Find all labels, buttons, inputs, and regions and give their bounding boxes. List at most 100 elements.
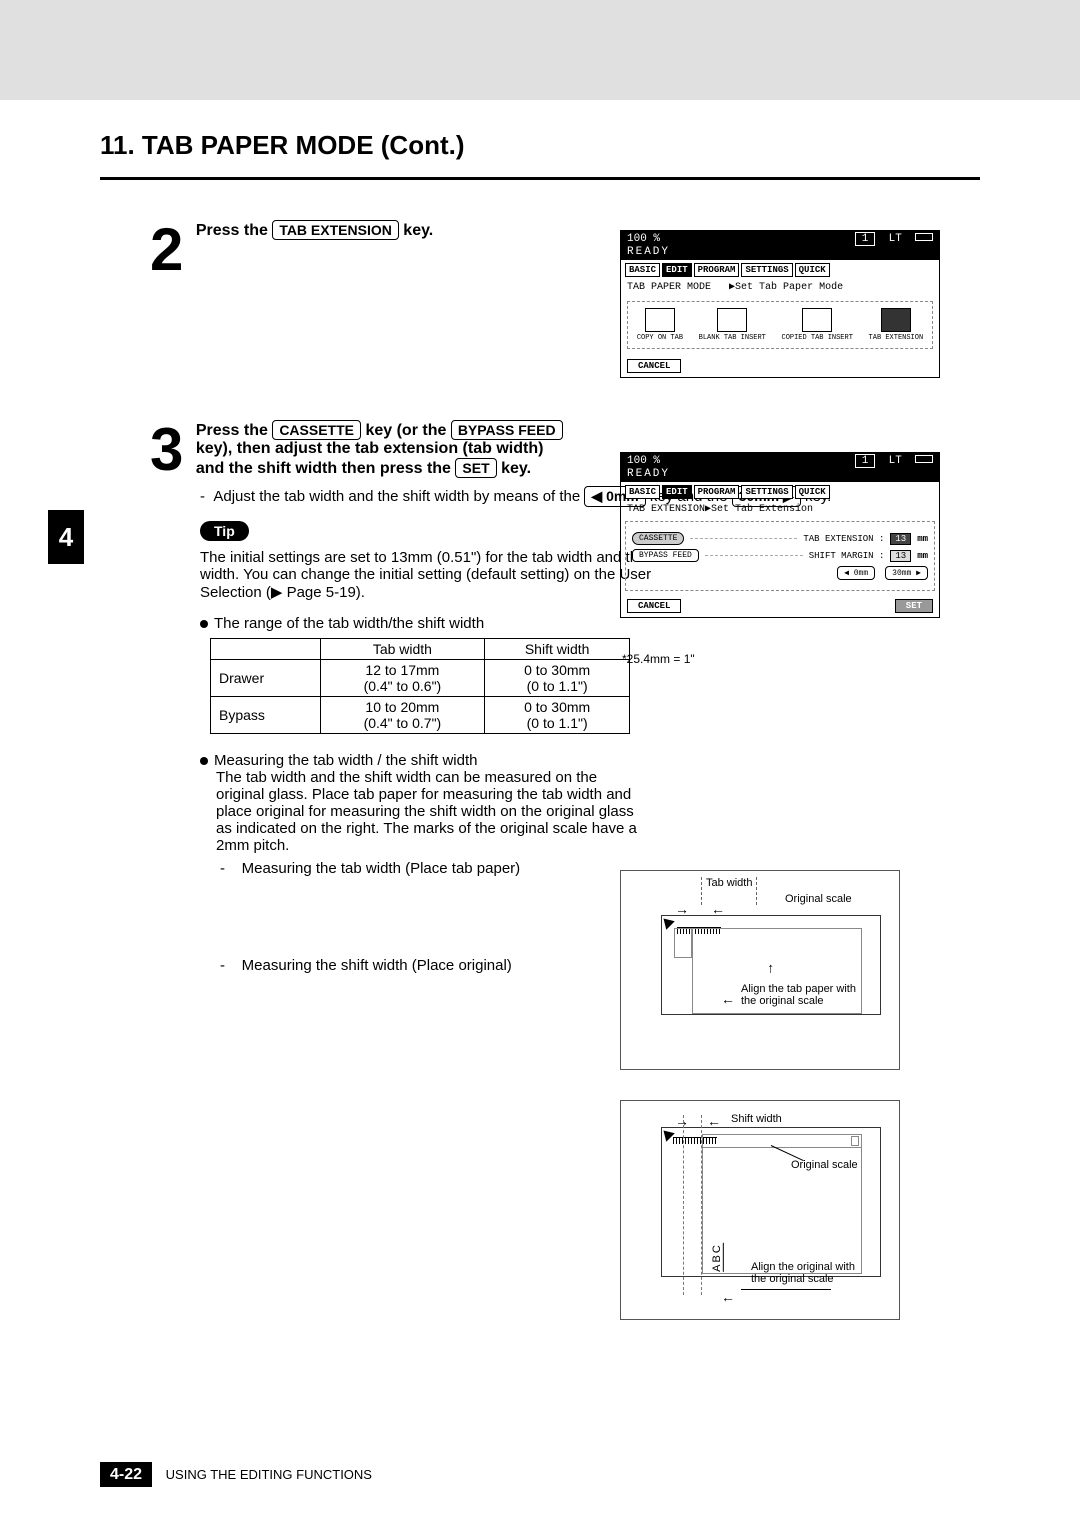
panel2-crumb: TAB EXTENSION▶Set Tab Extension <box>621 501 939 517</box>
measure-body: The tab width and the shift width can be… <box>216 769 640 854</box>
panel1-media: LT <box>889 233 902 245</box>
tray-icon <box>915 233 933 241</box>
td-bypass-tab: 10 to 20mm(0.4" to 0.7") <box>320 697 485 734</box>
panel2-cancel[interactable]: CANCEL <box>627 599 681 613</box>
panel2-ready: READY <box>621 468 939 482</box>
cassette-pill[interactable]: CASSETTE <box>632 532 684 545</box>
bullet-icon-2 <box>200 757 208 765</box>
tab-extension-key: TAB EXTENSION <box>272 220 399 240</box>
btn-30mm[interactable]: 30mm ▶ <box>885 566 928 580</box>
p1-crumb-l: TAB PAPER MODE <box>627 282 711 293</box>
panel2-media: LT <box>889 455 902 467</box>
tip-badge: Tip <box>200 521 249 541</box>
d2-arrow-left-align-icon: ← <box>721 1289 735 1305</box>
td-drawer-shift: 0 to 30mm(0 to 1.1") <box>485 660 630 697</box>
tab-settings[interactable]: SETTINGS <box>741 263 792 277</box>
bypass-feed-key: BYPASS FEED <box>451 420 563 440</box>
p2-crumb-r: ▶Set Tab Extension <box>705 504 813 515</box>
step-3-text: Press the CASSETTE key (or the BYPASS FE… <box>196 420 566 478</box>
lcd-panel-2: 100 % 1 LT READY BASIC EDIT PROGRAM SETT… <box>620 452 940 618</box>
panel2-count: 1 <box>855 454 876 468</box>
d2-shiftwidth: Shift width <box>731 1113 782 1125</box>
measure-heading: Measuring the tab width / the shift widt… <box>214 752 477 769</box>
tab-settings-2[interactable]: SETTINGS <box>741 485 792 499</box>
tab-program-2[interactable]: PROGRAM <box>694 485 740 499</box>
section-title: 11. TAB PAPER MODE (Cont.) <box>100 130 980 161</box>
shift-label: SHIFT MARGIN : <box>809 551 885 561</box>
d1-origscale: Original scale <box>785 893 852 905</box>
d2-origscale: Original scale <box>791 1159 858 1171</box>
shift-value: 13 <box>890 550 911 562</box>
mode-copy-on-tab[interactable]: COPY ON TAB <box>637 308 683 342</box>
measure-heading-row: Measuring the tab width / the shift widt… <box>200 752 640 974</box>
tab-program[interactable]: PROGRAM <box>694 263 740 277</box>
diagram-tab-width: Tab width Original scale → ← → Align the… <box>620 870 900 1070</box>
mode-blank-tab-insert[interactable]: BLANK TAB INSERT <box>699 308 766 342</box>
step2-prefix: Press the <box>196 222 272 239</box>
mode1-lbl: COPY ON TAB <box>637 334 683 342</box>
tab-edit[interactable]: EDIT <box>662 263 692 277</box>
step3-sub: Adjust the tab width and the shift width… <box>213 488 580 505</box>
tabext-value: 13 <box>890 533 911 545</box>
panel1-ready: READY <box>621 246 939 260</box>
th-blank <box>211 639 321 660</box>
shift-unit: mm <box>917 551 928 561</box>
panel2-tabs: BASIC EDIT PROGRAM SETTINGS QUICK <box>621 482 939 501</box>
tab-basic[interactable]: BASIC <box>625 263 660 277</box>
bullet-icon <box>200 620 208 628</box>
panel1-header: 100 % 1 LT <box>621 231 939 246</box>
arrow-up-icon: → <box>760 962 776 976</box>
panel1-count: 1 <box>855 232 876 246</box>
arrow-left-align-icon: ← <box>721 991 735 1007</box>
panel1-cancel[interactable]: CANCEL <box>627 359 681 373</box>
d1-tabwidth: Tab width <box>701 877 757 905</box>
d2-align: Align the original with the original sca… <box>751 1261 855 1285</box>
page-number: 4-22 <box>100 1462 152 1487</box>
tab-basic-2[interactable]: BASIC <box>625 485 660 499</box>
mode-tab-extension[interactable]: TAB EXTENSION <box>869 308 924 342</box>
mode-copied-tab-insert[interactable]: COPIED TAB INSERT <box>782 308 853 342</box>
side-chapter-tab: 4 <box>48 510 84 564</box>
td-drawer: Drawer <box>211 660 321 697</box>
title-rule <box>100 177 980 180</box>
tray-icon-2 <box>915 455 933 463</box>
p1-crumb-r: ▶Set Tab Paper Mode <box>729 282 843 293</box>
th-tabwidth: Tab width <box>320 639 485 660</box>
d2-abc: ABC <box>711 1243 724 1272</box>
chapter-name: USING THE EDITING FUNCTIONS <box>166 1467 372 1482</box>
panel2-header: 100 % 1 LT <box>621 453 939 468</box>
set-key: SET <box>455 458 496 478</box>
measure-item-1: - Measuring the tab width (Place tab pap… <box>220 860 640 877</box>
tip-body: The initial settings are set to 13mm (0.… <box>200 549 680 601</box>
panel2-body: CASSETTE TAB EXTENSION : 13 mm BYPASS FE… <box>625 521 935 591</box>
top-grey-band <box>0 0 1080 100</box>
d2-dash1 <box>683 1115 684 1295</box>
diagram-shift-width: → ← Shift width Original scale ABC Align… <box>620 1100 900 1320</box>
range-heading-text: The range of the tab width/the shift wid… <box>214 615 484 632</box>
tab-edit-2[interactable]: EDIT <box>662 485 692 499</box>
range-table: Tab widthShift width Drawer12 to 17mm(0.… <box>210 638 630 734</box>
panel2-set[interactable]: SET <box>895 599 933 613</box>
lcd-panel-1: 100 % 1 LT READY BASIC EDIT PROGRAM SETT… <box>620 230 940 378</box>
d1-align: Align the tab paper with the original sc… <box>741 983 856 1007</box>
measure-item-2: - Measuring the shift width (Place origi… <box>220 957 640 974</box>
td-bypass: Bypass <box>211 697 321 734</box>
tabext-unit: mm <box>917 534 928 544</box>
p2-crumb-l: TAB EXTENSION <box>627 504 705 515</box>
step-2-text: Press the TAB EXTENSION key. <box>196 220 433 240</box>
mode2-lbl: BLANK TAB INSERT <box>699 334 766 342</box>
tab-quick[interactable]: QUICK <box>795 263 830 277</box>
mode3-lbl: COPIED TAB INSERT <box>782 334 853 342</box>
step-3-number: 3 <box>150 420 183 480</box>
measure-item-1-text: Measuring the tab width (Place tab paper… <box>242 860 521 877</box>
btn-0mm[interactable]: ◀ 0mm <box>837 566 875 580</box>
td-bypass-shift: 0 to 30mm(0 to 1.1") <box>485 697 630 734</box>
bypass-pill[interactable]: BYPASS FEED <box>632 549 699 562</box>
panel2-zoom: 100 % <box>627 455 660 467</box>
step2-suffix: key. <box>403 222 433 239</box>
mode4-lbl: TAB EXTENSION <box>869 334 924 342</box>
td-drawer-tab: 12 to 17mm(0.4" to 0.6") <box>320 660 485 697</box>
measure-item-2-text: Measuring the shift width (Place origina… <box>242 957 512 974</box>
tab-quick-2[interactable]: QUICK <box>795 485 830 499</box>
d2-align-line <box>741 1289 831 1290</box>
